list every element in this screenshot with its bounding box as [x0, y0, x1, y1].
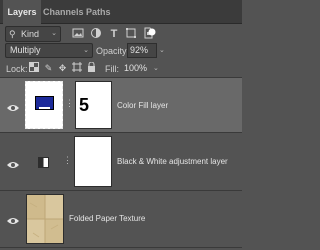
filter-toggle-icon[interactable] — [147, 27, 157, 41]
lock-all-icon[interactable] — [86, 61, 97, 74]
lock-artboard-icon[interactable] — [71, 62, 82, 74]
type-filter-icon[interactable]: T — [107, 27, 121, 41]
lock-label: Lock: — [6, 64, 28, 74]
layer-name[interactable]: Folded Paper Texture — [69, 214, 145, 223]
layer-name[interactable]: Color Fill layer — [117, 101, 168, 110]
link-chain-icon[interactable]: ⋮ — [65, 98, 74, 109]
layer-mask-thumbnail[interactable] — [74, 136, 112, 187]
divider — [0, 247, 242, 248]
image-filter-icon[interactable] — [71, 27, 85, 41]
swatch-highlight — [39, 107, 50, 109]
layer-thumbnail[interactable] — [25, 81, 63, 129]
fill-slider-chevron-icon[interactable]: ⌄ — [153, 63, 159, 75]
layer-mask-thumbnail[interactable]: 5 — [75, 81, 112, 129]
blend-mode-select[interactable]: Multiply ⌄ — [5, 43, 93, 58]
blend-mode-value: Multiply — [10, 45, 41, 55]
black-white-adjustment-icon — [38, 155, 49, 168]
lock-transparent-pixels-icon[interactable] — [28, 62, 39, 74]
adjustment-filter-icon[interactable] — [89, 27, 103, 41]
layer-row-black-white[interactable]: ⋮ Black & White adjustment layer — [0, 133, 242, 190]
opacity-slider-chevron-icon[interactable]: ⌄ — [159, 44, 165, 58]
tab-layers[interactable]: Layers — [3, 0, 41, 25]
link-chain-icon[interactable]: ⋮ — [63, 155, 72, 166]
layer-row-paper-texture[interactable]: Folded Paper Texture — [0, 191, 242, 247]
visibility-eye-icon[interactable] — [6, 213, 20, 224]
chevron-down-icon: ⌄ — [51, 30, 57, 37]
chevron-down-icon: ⌄ — [83, 47, 89, 54]
layer-thumbnail[interactable] — [26, 194, 64, 244]
search-icon: ⚲ — [9, 29, 16, 39]
opacity-input[interactable]: 92% — [127, 43, 157, 58]
layer-name[interactable]: Black & White adjustment layer — [117, 157, 228, 166]
visibility-eye-icon[interactable] — [6, 157, 20, 168]
layer-row-color-fill[interactable]: ⋮ 5 Color Fill layer — [0, 78, 242, 132]
lock-image-pixels-icon[interactable]: ✎ — [43, 62, 54, 74]
lock-position-icon[interactable]: ✥ — [57, 62, 68, 74]
fill-input[interactable]: 100% — [124, 62, 154, 75]
fill-label: Fill: — [105, 64, 119, 74]
shape-filter-icon[interactable] — [124, 27, 138, 41]
filter-kind-label: Kind — [21, 29, 40, 39]
mask-label: 5 — [79, 95, 90, 115]
visibility-eye-icon[interactable] — [6, 100, 20, 111]
tab-paths[interactable]: Paths — [86, 0, 116, 24]
filter-kind-select[interactable]: ⚲ Kind ⌄ — [5, 26, 61, 42]
tab-channels[interactable]: Channels — [43, 0, 84, 24]
opacity-label: Opacity: — [96, 46, 130, 56]
